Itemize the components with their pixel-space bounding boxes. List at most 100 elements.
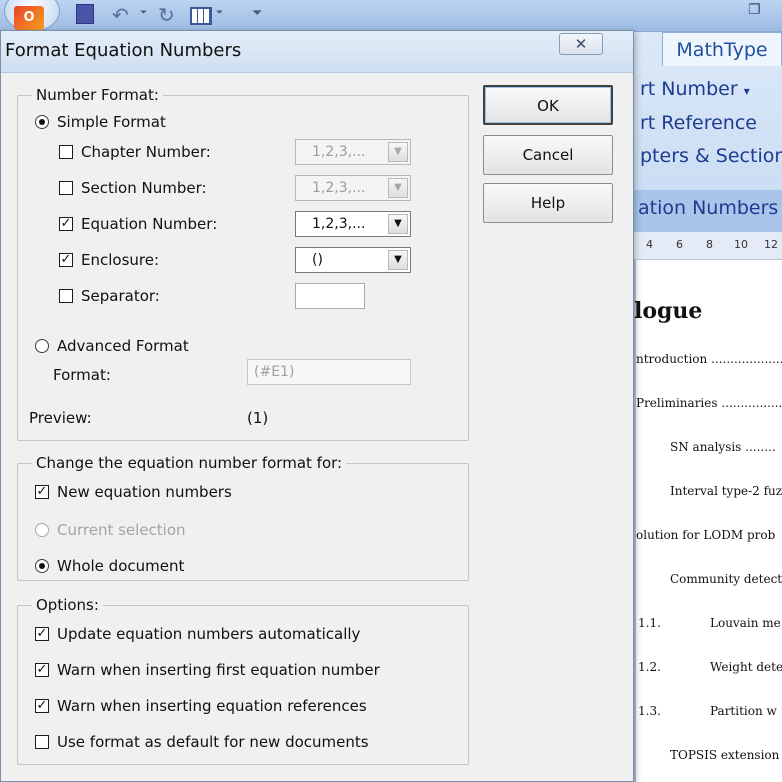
separator-input[interactable] — [295, 283, 365, 309]
toc-line: Partition w — [710, 704, 777, 718]
chapter-number-checkbox[interactable] — [59, 145, 73, 159]
undo-icon[interactable]: ↶ — [112, 4, 134, 26]
warn-first-equation-checkbox[interactable]: ✓ — [35, 663, 49, 677]
whole-document-label: Whole document — [57, 557, 185, 575]
checkmark-icon: ✓ — [36, 698, 48, 713]
toc-line: SN analysis ........ — [670, 440, 776, 454]
chapter-number-select[interactable]: 1,2,3,... ▼ — [295, 139, 411, 165]
cancel-button[interactable]: Cancel — [483, 135, 613, 175]
enclosure-label: Enclosure: — [81, 251, 160, 269]
current-selection-radio[interactable] — [35, 523, 49, 537]
preview-value: (1) — [247, 409, 269, 427]
checkmark-icon: ✓ — [36, 626, 48, 641]
warn-references-label: Warn when inserting equation references — [57, 697, 367, 715]
equation-number-label: Equation Number: — [81, 215, 218, 233]
dialog-title: Format Equation Numbers — [5, 40, 242, 61]
toc-line: Weight dete — [710, 660, 782, 674]
chevron-down-icon: ▼ — [388, 250, 408, 270]
undo-dropdown-icon[interactable]: ⏷ — [140, 8, 147, 18]
chapter-number-value: 1,2,3,... — [312, 144, 366, 160]
section-number-label: Section Number: — [81, 179, 207, 197]
use-as-default-label: Use format as default for new documents — [57, 733, 369, 751]
advanced-format-radio[interactable] — [35, 339, 49, 353]
dialog-body: Number Format: Simple Format Chapter Num… — [5, 73, 627, 777]
simple-format-radio[interactable] — [35, 115, 49, 129]
whole-document-radio[interactable] — [35, 559, 49, 573]
simple-format-label: Simple Format — [57, 113, 166, 131]
update-automatically-label: Update equation numbers automatically — [57, 625, 361, 643]
toc-line: olution for LODM prob — [636, 528, 776, 542]
checkmark-icon: ✓ — [60, 252, 72, 267]
format-label: Format: — [53, 366, 111, 384]
options-legend: Options: — [32, 596, 103, 614]
dialog-title-bar[interactable]: Format Equation Numbers ✕ — [1, 31, 633, 73]
ruler-tick: 4 — [646, 238, 653, 251]
format-equation-numbers-dialog: Format Equation Numbers ✕ Number Format:… — [0, 30, 634, 782]
redo-icon[interactable]: ↻ — [158, 4, 180, 26]
toc-number: 1.3. — [638, 704, 661, 718]
chevron-down-icon: ▾ — [743, 84, 750, 98]
format-input[interactable]: (#E1) — [247, 359, 411, 385]
chapters-sections-command[interactable]: pters & Sections — [640, 145, 782, 167]
save-icon[interactable] — [76, 4, 94, 24]
ok-button[interactable]: OK — [483, 85, 613, 125]
change-format-for-legend: Change the equation number format for: — [32, 454, 347, 472]
toc-line: Community detect — [670, 572, 782, 586]
format-value: (#E1) — [254, 364, 295, 380]
checkmark-icon: ✓ — [60, 216, 72, 231]
advanced-format-label: Advanced Format — [57, 337, 189, 355]
document-page[interactable]: logue ntroduction ......................… — [632, 260, 782, 782]
insert-number-command[interactable]: rt Number ▾ — [640, 78, 750, 100]
equation-number-select[interactable]: 1,2,3,... ▼ — [295, 211, 411, 237]
equation-number-value: 1,2,3,... — [312, 216, 366, 232]
current-selection-label: Current selection — [57, 521, 186, 539]
restore-window-icon[interactable]: ❐ — [748, 2, 768, 20]
warn-first-equation-label: Warn when inserting first equation numbe… — [57, 661, 380, 679]
toc-number: 1.2. — [638, 660, 661, 674]
chevron-down-icon: ▼ — [388, 214, 408, 234]
table-icon[interactable] — [190, 7, 212, 25]
enclosure-checkbox[interactable]: ✓ — [59, 253, 73, 267]
new-equation-numbers-label: New equation numbers — [57, 483, 232, 501]
ruler: 4 6 8 10 12 — [632, 232, 782, 260]
chapter-number-label: Chapter Number: — [81, 143, 211, 161]
section-number-select[interactable]: 1,2,3,... ▼ — [295, 175, 411, 201]
customize-toolbar-icon[interactable]: ⏷ — [252, 6, 262, 21]
close-icon: ✕ — [574, 35, 588, 53]
insert-reference-command[interactable]: rt Reference — [640, 112, 757, 134]
section-number-value: 1,2,3,... — [312, 180, 366, 196]
ruler-tick: 10 — [734, 238, 748, 251]
enclosure-select[interactable]: () ▼ — [295, 247, 411, 273]
document-heading: logue — [634, 298, 703, 324]
equation-number-checkbox[interactable]: ✓ — [59, 217, 73, 231]
section-number-checkbox[interactable] — [59, 181, 73, 195]
toc-line: Preliminaries ........................ — [636, 396, 782, 410]
office-logo-icon: O — [14, 6, 44, 30]
ruler-tick: 12 — [764, 238, 778, 251]
checkmark-icon: ✓ — [36, 484, 48, 499]
preview-label: Preview: — [29, 409, 92, 427]
close-button[interactable]: ✕ — [559, 33, 603, 55]
toc-line: Louvain me — [710, 616, 781, 630]
new-equation-numbers-checkbox[interactable]: ✓ — [35, 485, 49, 499]
separator-checkbox[interactable] — [59, 289, 73, 303]
update-automatically-checkbox[interactable]: ✓ — [35, 627, 49, 641]
number-format-legend: Number Format: — [32, 86, 163, 104]
insert-number-label: rt Number — [640, 78, 738, 100]
chevron-down-icon: ▼ — [388, 142, 408, 162]
tab-mathtype[interactable]: MathType — [662, 32, 782, 66]
ruler-tick: 6 — [676, 238, 683, 251]
warn-references-checkbox[interactable]: ✓ — [35, 699, 49, 713]
checkmark-icon: ✓ — [36, 662, 48, 677]
help-button[interactable]: Help — [483, 183, 613, 223]
separator-label: Separator: — [81, 287, 160, 305]
chevron-down-icon: ▼ — [388, 178, 408, 198]
toc-line: TOPSIS extension — [670, 748, 780, 762]
toc-line: ntroduction ........................ — [636, 352, 782, 366]
toc-number: 1.1. — [638, 616, 661, 630]
ribbon-group-equation-numbers: ation Numbers — [632, 190, 782, 232]
toc-line: Interval type-2 fuz — [670, 484, 782, 498]
table-dropdown-icon[interactable]: ⏷ — [216, 8, 223, 18]
enclosure-value: () — [312, 252, 323, 268]
use-as-default-checkbox[interactable] — [35, 735, 49, 749]
